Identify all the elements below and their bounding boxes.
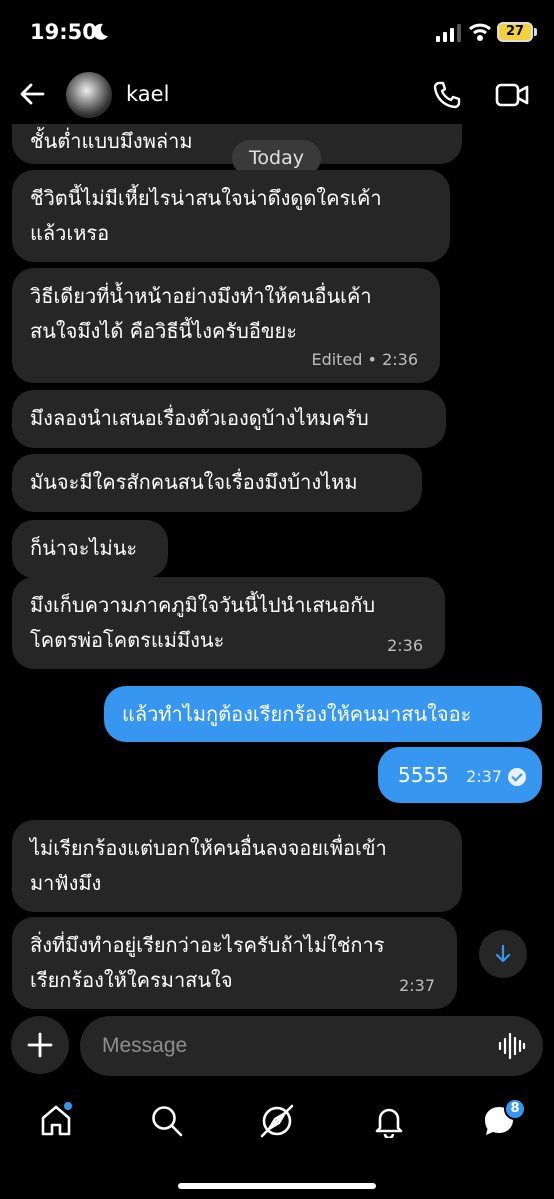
contact-name[interactable]: kael <box>126 82 169 106</box>
message-bubble-incoming[interactable]: สิ่งที่มึงทำอยู่เรียกว่าอะไรครับถ้าไม่ใช… <box>12 917 457 1009</box>
back-arrow-icon[interactable] <box>18 80 46 108</box>
add-attachment-button[interactable] <box>11 1016 69 1074</box>
seen-check-icon <box>508 768 526 786</box>
home-notification-dot <box>64 1102 72 1110</box>
message-line: โคตรพ่อโคตรแม่มึงนะ <box>30 628 225 652</box>
phone-call-icon[interactable] <box>432 80 462 110</box>
message-line: สิ่งที่มึงทำอยู่เรียกว่าอะไรครับถ้าไม่ใช… <box>30 933 385 957</box>
message-timestamp: Edited • 2:36 <box>311 350 418 369</box>
chat-header: kael <box>0 64 554 124</box>
message-bubble-incoming[interactable]: มึงเก็บความภาคภูมิใจวันนี้ไปนำเสนอกับ โค… <box>12 577 445 669</box>
signal-icon <box>436 24 461 42</box>
message-bubble-incoming[interactable]: ชีวิตนี้ไม่มีเหี้ยไรน่าสนใจน่าดึงดูดใครเ… <box>12 170 450 262</box>
message-bubble-outgoing[interactable]: 5555 2:37 <box>378 747 542 803</box>
message-composer <box>0 1016 554 1078</box>
message-input-container <box>80 1016 543 1076</box>
message-line: เรียกร้องให้ใครมาสนใจ <box>30 968 233 992</box>
message-timestamp: 2:37 <box>466 766 526 786</box>
message-line: มันจะมีใครสักคนสนใจเรื่องมึงบ้างไหม <box>30 470 358 494</box>
status-bar: 19:50 27 <box>0 0 554 64</box>
bottom-navigation: 8 <box>0 1090 554 1160</box>
message-line: แล้วเหรอ <box>30 221 110 245</box>
message-bubble-incoming[interactable]: มึงลองนำเสนอเรื่องตัวเองดูบ้างไหมครับ <box>12 390 446 448</box>
message-bubble-incoming[interactable]: ก็น่าจะไม่นะ <box>12 520 168 578</box>
message-line: สนใจมึงได้ คือวิธีนี้ไงครับอีขยะ <box>30 319 298 343</box>
battery-tip <box>534 28 537 36</box>
message-line: ก็น่าจะไม่นะ <box>30 536 138 560</box>
home-indicator <box>178 1183 376 1189</box>
battery-icon: 27 <box>497 22 533 42</box>
message-line: แล้วทำไมกูต้องเรียกร้องให้คนมาสนใจอะ <box>122 702 472 726</box>
moon-icon <box>93 23 108 40</box>
message-line: มึงลองนำเสนอเรื่องตัวเองดูบ้างไหมครับ <box>30 406 369 430</box>
notifications-bell-icon[interactable] <box>372 1104 406 1138</box>
message-line: 5555 <box>398 763 449 787</box>
search-icon[interactable] <box>150 1104 184 1138</box>
message-line: ชีวิตนี้ไม่มีเหี้ยไรน่าสนใจน่าดึงดูดใครเ… <box>30 186 382 210</box>
message-thread: ชั้นต่ำแบบมึงพล่าม Today ชีวิตนี้ไม่มีเห… <box>0 124 554 1010</box>
message-line: มาฟังมึง <box>30 871 102 895</box>
plus-icon <box>27 1032 53 1058</box>
message-bubble-incoming[interactable]: ไม่เรียกร้องแต่บอกให้คนอื่นลงจอยเพื่อเข้… <box>12 820 462 912</box>
message-bubble-outgoing[interactable]: แล้วทำไมกูต้องเรียกร้องให้คนมาสนใจอะ <box>104 686 542 742</box>
scroll-to-bottom-button[interactable] <box>479 930 527 978</box>
message-bubble-incoming[interactable]: วิธีเดียวที่น้ำหน้าอย่างมึงทำให้คนอื่นเค… <box>12 268 440 383</box>
voice-message-icon[interactable] <box>498 1032 526 1060</box>
video-call-icon[interactable] <box>495 80 529 110</box>
message-bubble-incoming[interactable]: มันจะมีใครสักคนสนใจเรื่องมึงบ้างไหม <box>12 454 422 512</box>
wifi-icon <box>469 23 491 41</box>
message-timestamp: 2:37 <box>399 976 435 995</box>
arrow-down-icon <box>495 944 511 963</box>
explore-compass-icon[interactable] <box>260 1104 294 1138</box>
message-line: วิธีเดียวที่น้ำหน้าอย่างมึงทำให้คนอื่นเค… <box>30 284 372 308</box>
message-line: ชั้นต่ำแบบมึงพล่าม <box>30 129 193 153</box>
message-timestamp: 2:36 <box>387 636 423 655</box>
message-input[interactable] <box>102 1016 482 1076</box>
contact-avatar[interactable] <box>66 72 112 118</box>
message-line: มึงเก็บความภาคภูมิใจวันนี้ไปนำเสนอกับ <box>30 593 376 617</box>
messages-badge: 8 <box>504 1098 526 1120</box>
message-line: ไม่เรียกร้องแต่บอกให้คนอื่นลงจอยเพื่อเข้… <box>30 836 387 860</box>
message-time-text: 2:37 <box>466 766 502 786</box>
status-time: 19:50 <box>30 20 97 44</box>
